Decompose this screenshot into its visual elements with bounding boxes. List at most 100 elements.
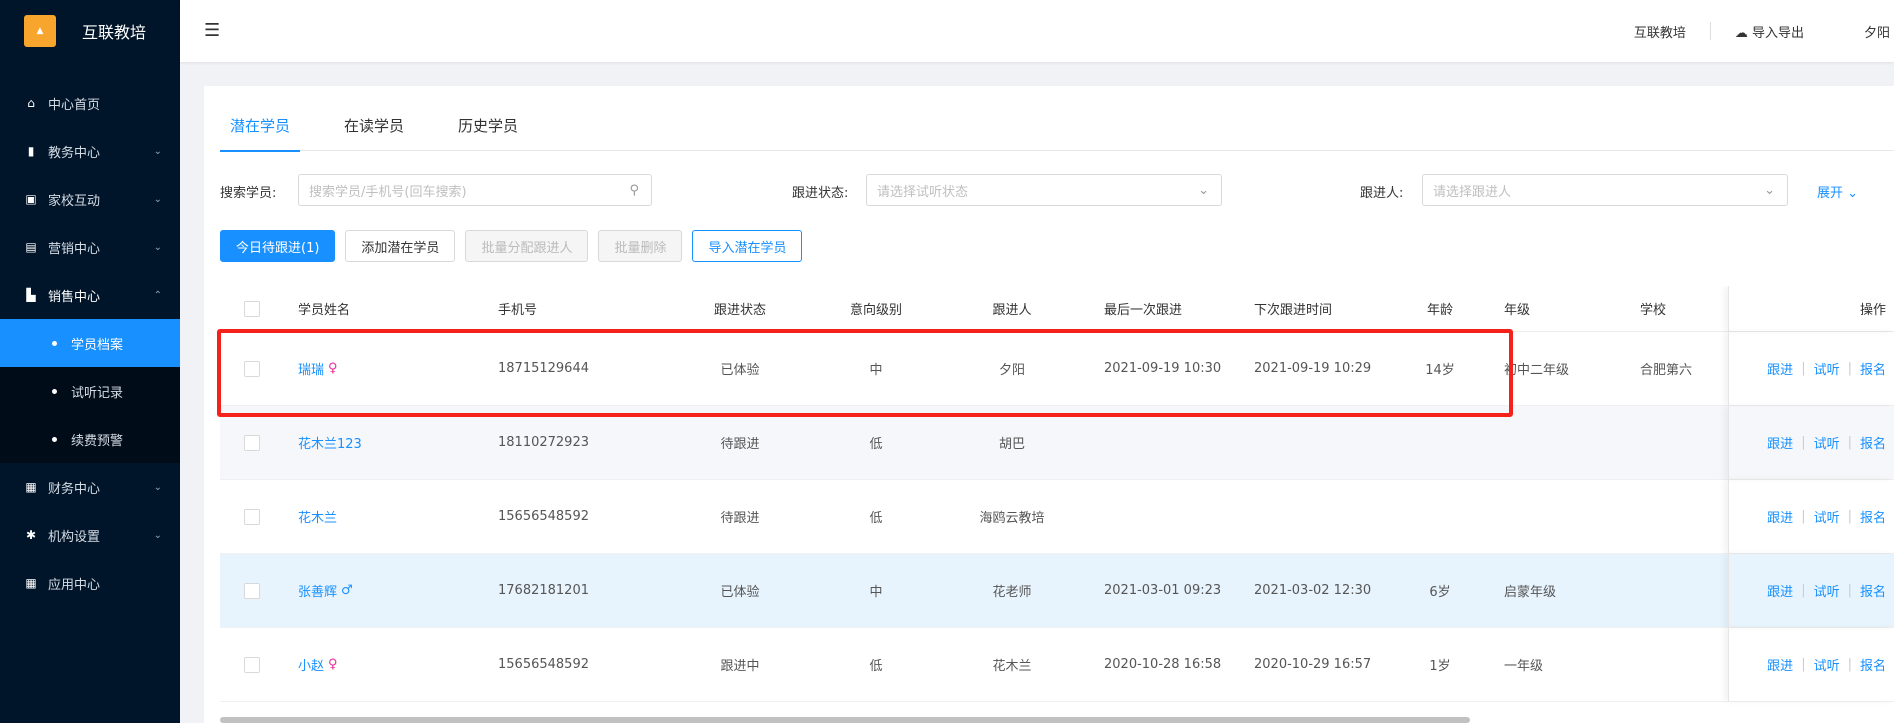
col-next-followup: 下次跟进时间 <box>1254 303 1333 318</box>
sidebar: ▲ 互联教培 ⌂ 中心首页 ▮ 教务中心 ⌄ ▣ 家校互动 ⌄ ▤ 营销中心 ⌄… <box>0 0 180 723</box>
status-placeholder: 请选择试听状态 <box>877 184 969 200</box>
enroll-link[interactable]: 报名 <box>1860 581 1886 600</box>
follow-link[interactable]: 跟进 <box>1767 581 1793 600</box>
grade-cell: 启蒙年级 <box>1504 585 1557 600</box>
divider: | <box>1801 435 1806 450</box>
follower-select[interactable]: 请选择跟进人 ⌄ <box>1422 174 1788 206</box>
follow-link[interactable]: 跟进 <box>1767 655 1793 674</box>
sidebar-item-academic[interactable]: ▮ 教务中心 ⌄ <box>0 127 180 175</box>
sidebar-item-sales[interactable]: ▙ 销售中心 ⌃ <box>0 271 180 319</box>
tab-current[interactable]: 在读学员 <box>334 116 414 151</box>
search-input[interactable]: 搜索学员/手机号(回车搜索) ⚲ <box>298 174 652 206</box>
enroll-link[interactable]: 报名 <box>1860 359 1886 378</box>
today-followup-button[interactable]: 今日待跟进(1) <box>220 230 336 262</box>
batch-delete-button[interactable]: 批量删除 <box>598 230 683 262</box>
sidebar-item-student-records[interactable]: 学员档案 <box>0 319 180 367</box>
follow-link[interactable]: 跟进 <box>1767 507 1793 526</box>
org-name[interactable]: 互联教培 <box>1610 22 1710 41</box>
checkbox[interactable] <box>244 582 260 599</box>
row-checkbox[interactable] <box>244 480 260 553</box>
sidebar-item-label: 机构设置 <box>48 529 101 545</box>
last-followup-cell: 2021-03-01 09:23 <box>1104 583 1222 598</box>
tab-potential[interactable]: 潜在学员 <box>220 116 301 152</box>
ops-cell: 跟进 | 试听 | 报名 <box>1728 406 1894 479</box>
checkbox[interactable] <box>244 300 260 317</box>
sidebar-item-home-school[interactable]: ▣ 家校互动 ⌄ <box>0 175 180 223</box>
chart-icon: ▙ <box>26 288 36 302</box>
chevron-down-icon: ⌄ <box>153 145 162 157</box>
row-checkbox[interactable] <box>244 554 260 627</box>
sidebar-item-trial-records[interactable]: 试听记录 <box>0 367 180 415</box>
follow-link[interactable]: 跟进 <box>1767 359 1793 378</box>
follow-link[interactable]: 跟进 <box>1767 433 1793 452</box>
horizontal-scrollbar[interactable] <box>220 717 1470 723</box>
follower-cell: 花老师 <box>992 585 1032 600</box>
sidebar-item-label: 试听记录 <box>71 385 124 401</box>
divider: | <box>1847 509 1852 524</box>
chevron-down-icon: ⌄ <box>1847 186 1858 201</box>
chevron-up-icon: ⌃ <box>153 289 162 301</box>
student-name-cell[interactable]: 花木兰 <box>298 480 337 553</box>
sidebar-item-marketing[interactable]: ▤ 营销中心 ⌄ <box>0 223 180 271</box>
row-checkbox[interactable] <box>244 628 260 701</box>
enroll-link[interactable]: 报名 <box>1860 655 1886 674</box>
search-label: 搜索学员: <box>220 186 277 201</box>
bullet-icon <box>52 436 57 442</box>
search-icon[interactable]: ⚲ <box>629 183 639 198</box>
last-followup-cell: 2020-10-28 16:58 <box>1104 657 1222 672</box>
chevron-down-icon: ⌄ <box>153 529 162 541</box>
trial-link[interactable]: 试听 <box>1814 655 1840 674</box>
sidebar-item-home[interactable]: ⌂ 中心首页 <box>0 79 180 127</box>
student-name-link[interactable]: 张善辉 <box>298 581 337 600</box>
sidebar-item-finance[interactable]: ▦ 财务中心 ⌄ <box>0 463 180 511</box>
checkbox[interactable] <box>244 508 260 525</box>
student-name-link[interactable]: 花木兰123 <box>298 433 362 452</box>
book-icon: ▮ <box>27 144 35 158</box>
checkbox[interactable] <box>244 656 260 673</box>
student-name-cell[interactable]: 小赵 ♀ <box>298 628 338 701</box>
batch-assign-button[interactable]: 批量分配跟进人 <box>465 230 589 262</box>
sidebar-item-label: 销售中心 <box>48 289 101 305</box>
sidebar-item-settings[interactable]: ✱ 机构设置 ⌄ <box>0 511 180 559</box>
logo: ▲ <box>24 15 56 47</box>
header-actions: 互联教培 ☁ 导入导出 夕阳 <box>1610 0 1894 62</box>
enroll-link[interactable]: 报名 <box>1860 433 1886 452</box>
table-row[interactable]: 花木兰123 18110272923 待跟进低胡巴 跟进 | 试听 | 报名 <box>220 406 1894 480</box>
expand-link[interactable]: 展开 ⌄ <box>1817 182 1858 201</box>
student-name-link[interactable]: 花木兰 <box>298 507 337 526</box>
sidebar-item-apps[interactable]: ▦ 应用中心 <box>0 559 180 607</box>
table-row[interactable]: 张善辉 ♂ 17682181201 已体验 中 花老师 2021-03-01 09:23 20… <box>220 554 1894 628</box>
grid-icon: ▦ <box>25 576 37 590</box>
trial-link[interactable]: 试听 <box>1814 433 1840 452</box>
status-select[interactable]: 请选择试听状态 ⌄ <box>866 174 1222 206</box>
enroll-link[interactable]: 报名 <box>1860 507 1886 526</box>
student-name-cell[interactable]: 张善辉 ♂ <box>298 554 353 627</box>
col-status: 跟进状态 <box>713 303 766 318</box>
col-ops: 操作 <box>1859 303 1886 318</box>
tab-history[interactable]: 历史学员 <box>448 116 528 151</box>
trial-link[interactable]: 试听 <box>1814 507 1840 526</box>
select-all-checkbox[interactable] <box>244 286 260 331</box>
chevron-down-icon: ⌄ <box>153 481 162 493</box>
ops-cell: 跟进 | 试听 | 报名 <box>1728 554 1894 627</box>
status-label: 跟进状态: <box>792 186 849 201</box>
table-row[interactable]: 小赵 ♀ 15656548592 跟进中 低 花木兰 2020-10-28 16:58 202… <box>220 628 1894 702</box>
ops-cell: 跟进 | 试听 | 报名 <box>1728 480 1894 553</box>
bag-icon: ▤ <box>25 240 37 254</box>
import-potential-button[interactable]: 导入潜在学员 <box>692 230 803 262</box>
follower-placeholder: 请选择跟进人 <box>1433 184 1512 200</box>
checkbox[interactable] <box>244 434 260 451</box>
add-potential-button[interactable]: 添加潜在学员 <box>345 230 456 262</box>
age-cell: 1岁 <box>1429 659 1451 674</box>
school-cell: 合肥第六 <box>1640 363 1693 378</box>
import-export-link[interactable]: ☁ 导入导出 <box>1711 22 1828 41</box>
student-name-link[interactable]: 小赵 <box>298 655 324 674</box>
table-row[interactable]: 花木兰 15656548592 待跟进 低 海鸥云教培 跟进 | 试听 | 报名 <box>220 480 1894 554</box>
brand[interactable]: ▲ 互联教培 <box>0 0 180 62</box>
sidebar-item-renewal-alert[interactable]: 续费预警 <box>0 415 180 463</box>
divider: | <box>1847 361 1852 376</box>
trial-link[interactable]: 试听 <box>1814 359 1840 378</box>
menu-fold-icon[interactable]: ☰ <box>204 20 220 41</box>
trial-link[interactable]: 试听 <box>1814 581 1840 600</box>
user-name[interactable]: 夕阳 <box>1864 22 1894 41</box>
